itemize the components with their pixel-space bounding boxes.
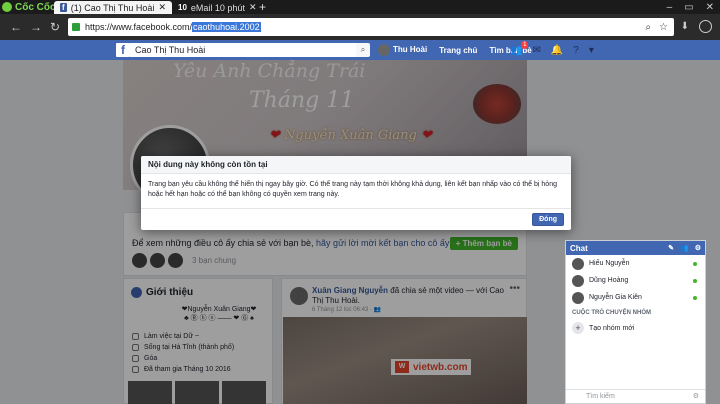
profile-icon[interactable]: [699, 20, 712, 33]
tab-email[interactable]: 10 eMail 10 phút ✕: [172, 1, 258, 14]
dialog-footer: Đóng: [141, 208, 571, 230]
facebook-favicon-icon: f: [60, 3, 67, 12]
facebook-logo-icon[interactable]: f: [116, 43, 130, 57]
browser-toolbar: ← → ↻ https://www.facebook.com/caothuhoa…: [0, 14, 720, 40]
reload-icon[interactable]: ↻: [50, 20, 60, 34]
close-tab-icon[interactable]: ✕: [249, 2, 257, 13]
new-message-icon[interactable]: ✎: [668, 244, 674, 252]
close-tab-icon[interactable]: ✕: [158, 2, 166, 13]
nav-profile[interactable]: Thu Hoài: [378, 44, 427, 56]
avatar: [378, 44, 390, 56]
tab-label: (1) Cao Thị Thu Hoài: [70, 2, 155, 13]
avatar: [572, 274, 584, 287]
chat-contact-name: Hiếu Nguyễn: [589, 260, 630, 267]
lock-icon: [72, 23, 80, 31]
minimize-icon[interactable]: –: [667, 2, 673, 13]
facebook-header: f Cao Thị Thu Hoài ⌕ Thu Hoài Trang chủ …: [0, 40, 720, 60]
browser-tabbar: Cốc Cốc f (1) Cao Thị Thu Hoài ✕ 10 eMai…: [0, 0, 720, 14]
chat-sidebar: Chat ✎ 👥 ⚙ Hiếu Nguyễn Dũng Hoàng Nguyễn…: [565, 240, 706, 404]
chat-title: Chat: [570, 243, 588, 253]
friend-requests-icon[interactable]: 👥 1: [510, 40, 529, 56]
help-icon[interactable]: ?: [573, 45, 579, 56]
avatar: [572, 291, 584, 304]
dialog-body: Trang bạn yêu cầu không thể hiển thị nga…: [148, 181, 557, 198]
browser-brand[interactable]: Cốc Cốc: [2, 0, 56, 14]
dialog-title: Nội dung này không còn tồn tại: [141, 156, 571, 174]
maximize-icon[interactable]: ▭: [684, 2, 693, 13]
friend-requests-badge: 1: [521, 40, 529, 49]
chat-contact[interactable]: Nguyễn Gia Kiên: [566, 289, 705, 306]
new-tab-button[interactable]: +: [259, 0, 266, 14]
facebook-search-input[interactable]: Cao Thị Thu Hoài: [130, 43, 360, 57]
back-icon[interactable]: ←: [10, 20, 22, 34]
chat-contact[interactable]: Dũng Hoàng: [566, 272, 705, 289]
content-unavailable-dialog: Nội dung này không còn tồn tại Trang bạn…: [141, 156, 571, 230]
window-controls: – ▭ ✕: [667, 0, 714, 14]
online-status-icon: [693, 261, 697, 266]
create-group-button[interactable]: + Tạo nhóm mới: [566, 320, 705, 336]
chat-contact[interactable]: Hiếu Nguyễn: [566, 255, 705, 272]
online-status-icon: [693, 278, 697, 283]
chat-contact-name: Nguyễn Gia Kiên: [589, 294, 642, 301]
chat-search-input[interactable]: Tìm kiếm: [566, 389, 705, 403]
email-favicon-icon: 10: [178, 3, 187, 12]
url-selected: caothuhoai.2002: [192, 22, 261, 32]
url-prefix: https://www.facebook.com/: [85, 22, 193, 32]
forward-icon[interactable]: →: [30, 20, 42, 34]
brand-label: Cốc Cốc: [15, 1, 56, 13]
new-group-icon[interactable]: 👥: [680, 244, 689, 252]
gear-icon[interactable]: ⚙: [695, 244, 701, 252]
tab-label: eMail 10 phút: [190, 2, 245, 13]
star-icon[interactable]: ☆: [659, 22, 668, 33]
group-chats-heading: CUỘC TRÒ CHUYỆN NHÓM: [572, 310, 651, 316]
create-group-label: Tạo nhóm mới: [589, 324, 635, 332]
coccoc-logo-icon: [2, 2, 12, 12]
search-icon[interactable]: ⌕: [356, 43, 370, 57]
chat-header[interactable]: Chat ✎ 👥 ⚙: [566, 241, 705, 255]
nav-home[interactable]: Trang chủ: [439, 46, 477, 55]
zoom-icon[interactable]: ⌕: [645, 22, 651, 33]
close-dialog-button[interactable]: Đóng: [532, 213, 564, 226]
notifications-icon[interactable]: 🔔: [551, 45, 563, 56]
address-bar[interactable]: https://www.facebook.com/caothuhoai.2002…: [68, 18, 674, 36]
plus-icon: +: [572, 322, 584, 334]
avatar: [572, 257, 584, 270]
download-icon[interactable]: ⬇: [681, 21, 689, 32]
messenger-icon[interactable]: ✉: [532, 45, 540, 56]
account-menu-icon[interactable]: ▾: [589, 45, 594, 56]
chat-contact-name: Dũng Hoàng: [589, 277, 629, 284]
close-window-icon[interactable]: ✕: [706, 2, 714, 13]
chat-settings-icon[interactable]: ⚙: [693, 392, 699, 400]
online-status-icon: [693, 295, 697, 300]
nav-profile-label: Thu Hoài: [393, 45, 428, 55]
tab-facebook[interactable]: f (1) Cao Thị Thu Hoài ✕: [54, 1, 172, 14]
